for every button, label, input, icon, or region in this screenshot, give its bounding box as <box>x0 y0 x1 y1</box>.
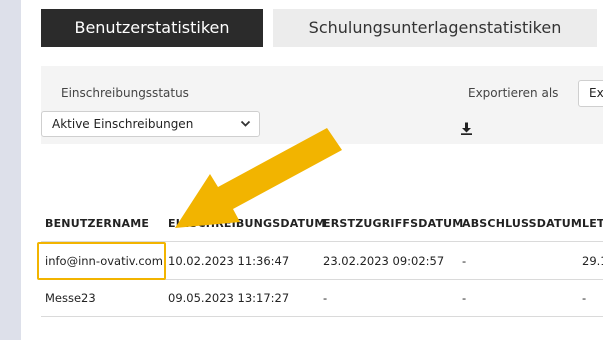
column-header-completion-date[interactable]: ABSCHLUSSDATUM <box>462 217 582 230</box>
annotation-highlight-box <box>37 242 166 280</box>
table-bottom-divider <box>41 316 603 317</box>
arrow-icon <box>175 128 342 228</box>
tab-training-material-statistics[interactable]: Schulungsunterlagenstatistiken <box>273 9 597 47</box>
row-2-last: - <box>582 291 587 305</box>
row-1-enrollment-date: 10.02.2023 11:36:47 <box>168 254 290 268</box>
export-label: Exportieren als <box>468 86 559 100</box>
row-1-first-access-date: 23.02.2023 09:02:57 <box>323 254 445 268</box>
row-1-last: 29.1 <box>582 254 603 268</box>
download-icon[interactable] <box>460 122 473 135</box>
row-2-first-access-date: - <box>323 291 328 305</box>
row-2-enrollment-date: 09.05.2023 13:17:27 <box>168 291 290 305</box>
tab-user-statistics[interactable]: Benutzerstatistiken <box>41 9 263 47</box>
enrollment-status-label: Einschreibungsstatus <box>61 86 189 100</box>
row-1-completion-date: - <box>462 254 467 268</box>
row-2-username: Messe23 <box>45 291 96 305</box>
row-2-completion-date: - <box>462 291 467 305</box>
left-sidebar-strip <box>0 0 21 340</box>
column-header-username[interactable]: BENUTZERNAME <box>45 217 149 230</box>
export-format-select[interactable]: Ex <box>578 80 603 107</box>
column-header-last[interactable]: LET <box>582 217 603 230</box>
